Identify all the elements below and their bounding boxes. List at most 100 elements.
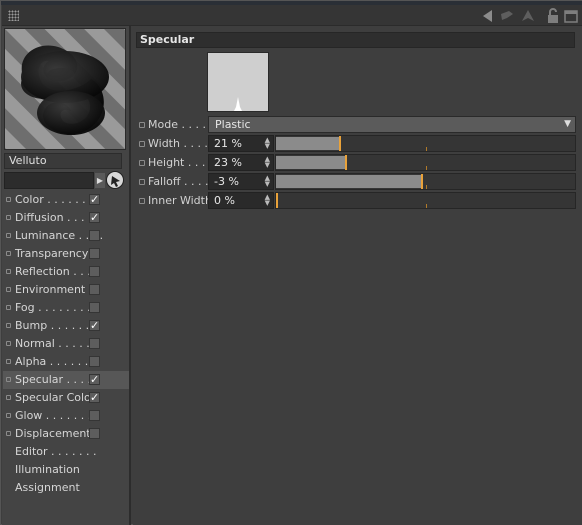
channel-led <box>6 431 11 436</box>
spinner-arrows-icon[interactable]: ▲ ▼ <box>265 156 270 169</box>
channel-item[interactable]: Displacement <box>3 425 129 443</box>
slider-fill <box>276 156 345 169</box>
channel-led <box>6 413 11 418</box>
channel-checkbox[interactable] <box>89 338 100 349</box>
channel-item-extra[interactable]: Assignment <box>3 479 129 497</box>
spinner-arrows-icon[interactable]: ▲ ▼ <box>265 137 270 150</box>
channel-led <box>6 395 11 400</box>
param-value-field[interactable]: 21 % ▲ ▼ <box>208 135 274 152</box>
channel-label: Normal . . . . . . <box>15 337 97 350</box>
lock-icon[interactable] <box>545 8 561 24</box>
param-row: Falloff . . . . -3 % ▲ ▼ <box>136 173 579 190</box>
channel-led <box>6 233 11 238</box>
slider-midpoint-tick <box>426 204 427 208</box>
channel-led <box>6 305 11 310</box>
channel-checkbox[interactable] <box>89 302 100 313</box>
channel-led <box>6 215 11 220</box>
param-value: 23 % <box>214 156 242 169</box>
mode-row: Mode . . . . Plastic ▼ <box>136 116 579 133</box>
channel-checkbox[interactable]: ✓ <box>89 194 100 205</box>
param-animation-led[interactable] <box>139 179 145 185</box>
channel-checkbox[interactable]: ✓ <box>89 392 100 403</box>
extra-item-label: Editor . . . . . . . <box>15 445 97 458</box>
extra-item-label: Illumination <box>15 463 80 476</box>
channel-led <box>6 269 11 274</box>
up-arrow-icon[interactable] <box>520 8 536 24</box>
param-slider[interactable] <box>275 192 576 209</box>
param-slider[interactable] <box>275 135 576 152</box>
spinner-arrows-icon[interactable]: ▲ ▼ <box>265 175 270 188</box>
channel-label: Specular . . . . <box>15 373 92 386</box>
material-preview[interactable] <box>4 28 126 150</box>
channel-checkbox[interactable] <box>89 428 100 439</box>
chevron-down-icon: ▼ <box>564 119 571 129</box>
channel-label: Diffusion . . . . . <box>15 211 99 224</box>
channel-checkbox[interactable] <box>89 266 100 277</box>
channel-item[interactable]: Transparency <box>3 245 129 263</box>
param-row: Width . . . . 21 % ▲ ▼ <box>136 135 579 152</box>
channel-item[interactable]: Color . . . . . . . . ✓ <box>3 191 129 209</box>
channel-checkbox[interactable] <box>89 356 100 367</box>
channel-label: Glow . . . . . . . . <box>15 409 99 422</box>
channel-checkbox[interactable]: ✓ <box>89 212 100 223</box>
channel-item[interactable]: Fog . . . . . . . . . <box>3 299 129 317</box>
param-slider[interactable] <box>275 154 576 171</box>
material-preview-sphere-icon <box>5 29 125 149</box>
specular-curve-preview <box>207 52 269 112</box>
param-animation-led[interactable] <box>139 160 145 166</box>
grip-icon[interactable] <box>8 10 19 21</box>
back-arrow-icon[interactable] <box>480 8 496 24</box>
slider-handle[interactable] <box>421 174 423 189</box>
channel-item[interactable]: Specular . . . . ✓ <box>3 371 129 389</box>
pick-cursor-button[interactable] <box>106 171 124 189</box>
mode-value: Plastic <box>215 118 251 131</box>
param-slider[interactable] <box>275 173 576 190</box>
slider-handle[interactable] <box>345 155 347 170</box>
channel-item[interactable]: Specular Color ✓ <box>3 389 129 407</box>
channel-item[interactable]: Normal . . . . . . <box>3 335 129 353</box>
param-value-field[interactable]: -3 % ▲ ▼ <box>208 173 274 190</box>
param-value-field[interactable]: 23 % ▲ ▼ <box>208 154 274 171</box>
channel-item[interactable]: Environment <box>3 281 129 299</box>
slider-handle[interactable] <box>339 136 341 151</box>
forward-arrow-icon[interactable] <box>499 8 515 24</box>
channel-checkbox[interactable] <box>89 230 100 241</box>
spinner-arrows-icon[interactable]: ▲ ▼ <box>265 194 270 207</box>
param-value-field[interactable]: 0 % ▲ ▼ <box>208 192 274 209</box>
material-name-field[interactable]: Velluto <box>4 153 122 169</box>
channel-led <box>6 197 11 202</box>
channel-item[interactable]: Luminance . . . . <box>3 227 129 245</box>
channel-checkbox[interactable]: ✓ <box>89 374 100 385</box>
channel-checkbox[interactable] <box>89 410 100 421</box>
mode-dropdown[interactable]: Plastic ▼ <box>208 116 576 133</box>
channel-label: Displacement <box>15 427 91 440</box>
mode-animation-led[interactable] <box>139 122 145 128</box>
channel-label: Fog . . . . . . . . . <box>15 301 98 314</box>
param-animation-led[interactable] <box>139 198 145 204</box>
channel-checkbox[interactable]: ✓ <box>89 320 100 331</box>
search-arrow-button[interactable]: ▶ <box>95 173 105 188</box>
channel-led <box>6 287 11 292</box>
extra-item-label: Assignment <box>15 481 80 494</box>
channel-item-extra[interactable]: Editor . . . . . . . <box>3 443 129 461</box>
channel-checkbox[interactable] <box>89 248 100 259</box>
channel-label: Environment <box>15 283 86 296</box>
channel-led <box>6 323 11 328</box>
channel-checkbox[interactable] <box>89 284 100 295</box>
channel-sidebar: Velluto ▶ Color . . . . . . . . ✓ Diffusio… <box>2 26 131 525</box>
param-label: Width . . . . <box>148 137 208 150</box>
search-input[interactable] <box>4 172 94 189</box>
channel-item-extra[interactable]: Illumination <box>3 461 129 479</box>
channel-label: Color . . . . . . . . <box>15 193 100 206</box>
channel-item[interactable]: Alpha . . . . . . . <box>3 353 129 371</box>
param-row: Inner Width 0 % ▲ ▼ <box>136 192 579 209</box>
slider-handle[interactable] <box>276 193 278 208</box>
channel-item[interactable]: Diffusion . . . . . ✓ <box>3 209 129 227</box>
channel-item[interactable]: Reflection . . . . <box>3 263 129 281</box>
channel-item[interactable]: Glow . . . . . . . . <box>3 407 129 425</box>
new-panel-icon[interactable] <box>563 8 579 24</box>
title-bar <box>2 5 582 26</box>
channel-item[interactable]: Bump . . . . . . . ✓ <box>3 317 129 335</box>
param-value: 0 % <box>214 194 235 207</box>
param-animation-led[interactable] <box>139 141 145 147</box>
